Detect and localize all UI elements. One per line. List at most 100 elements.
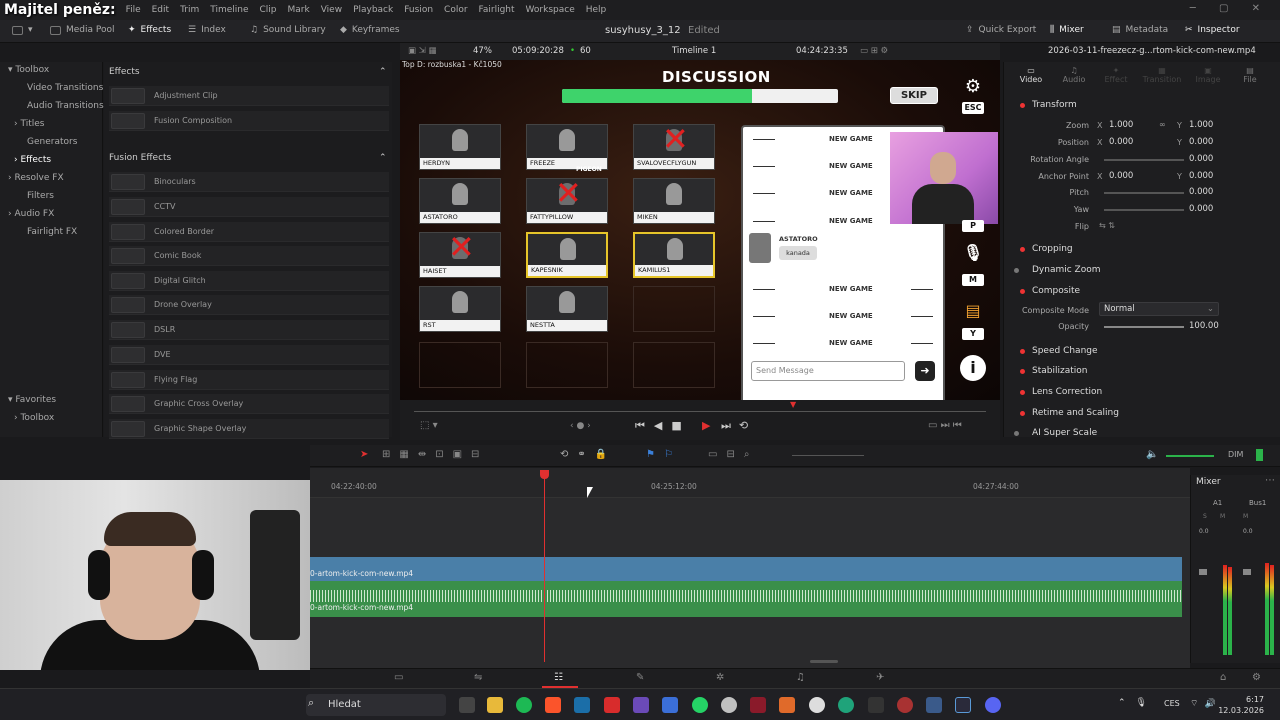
x-app-icon[interactable] <box>604 697 620 713</box>
toolbox-item-fairlight-fx[interactable]: Fairlight FX <box>27 227 77 237</box>
pitch-value[interactable]: 0.000 <box>1189 187 1213 197</box>
zoom-x-value[interactable]: 1.000 <box>1109 120 1133 130</box>
playback-buttons[interactable]: ⏮◀■ <box>635 419 691 433</box>
player-card[interactable]: FREEZE <box>526 124 608 170</box>
menu-workspace[interactable]: Workspace <box>526 5 575 15</box>
menu-color[interactable]: Color <box>444 5 468 15</box>
section-speed-change[interactable]: Speed Change <box>1032 346 1098 356</box>
effect-dve[interactable]: DVE <box>109 345 389 365</box>
favorites-header[interactable]: ▾ Favorites <box>8 395 56 405</box>
menu-file[interactable]: File <box>126 5 141 15</box>
settings-gear-icon[interactable]: ⚙ <box>960 74 986 100</box>
sound-library-button[interactable]: ♫ Sound Library <box>250 25 326 35</box>
player-card[interactable]: HERDYN <box>419 124 501 170</box>
tab-file[interactable]: ▤ File <box>1230 66 1270 84</box>
app-icon[interactable] <box>926 697 942 713</box>
zoom-slider[interactable] <box>792 455 864 456</box>
composite-mode-select[interactable]: Normal ⌄ <box>1099 302 1219 316</box>
cart-icon[interactable]: ▤ <box>960 298 986 324</box>
timeline-playhead[interactable] <box>544 474 545 662</box>
section-stabilization[interactable]: Stabilization <box>1032 366 1087 376</box>
anchor-x-value[interactable]: 0.000 <box>1109 171 1133 181</box>
timeline-ruler[interactable]: 04:22:40:00 04:25:12:00 04:27:44:00 <box>310 468 1190 498</box>
link-icon[interactable]: ∞ <box>1159 120 1166 129</box>
menu-clip[interactable]: Clip <box>260 5 277 15</box>
tab-transition[interactable]: ▦ Transition <box>1142 66 1182 84</box>
composite-enabled-dot[interactable] <box>1020 289 1025 294</box>
scrubber-track[interactable] <box>414 411 986 412</box>
jog-icon[interactable]: ‹ ● › <box>570 421 591 431</box>
toolbox-item-filters[interactable]: Filters <box>27 191 54 201</box>
inspector-button[interactable]: ✂ Inspector <box>1185 25 1240 35</box>
effect-digital-glitch[interactable]: Digital Glitch <box>109 271 389 291</box>
section-lens-correction[interactable]: Lens Correction <box>1032 387 1102 397</box>
lens-correction-dot[interactable] <box>1020 390 1025 395</box>
tray-icons[interactable]: ⌃🎙 <box>1118 698 1157 708</box>
flip-buttons-icon[interactable]: ⇆ ⇅ <box>1099 221 1115 230</box>
toolbox-item-video-transitions[interactable]: Video Transitions <box>27 83 103 93</box>
app-icon[interactable] <box>809 697 825 713</box>
steam-icon[interactable] <box>574 697 590 713</box>
toolbox-item-resolve-fx[interactable]: › Resolve FX <box>8 173 64 183</box>
mixer-button[interactable]: ⫼ Mixer <box>1050 25 1084 35</box>
menu-edit[interactable]: Edit <box>152 5 169 15</box>
app-icon[interactable] <box>897 697 913 713</box>
retime-dot[interactable] <box>1020 411 1025 416</box>
effect-flying-flag[interactable]: Flying Flag <box>109 370 389 390</box>
zoom-mode-icons[interactable]: ▭⊟⌕ <box>708 449 758 460</box>
collapse-icon[interactable]: ⌃ <box>379 67 387 77</box>
menu-trim[interactable]: Trim <box>180 5 199 15</box>
skip-button[interactable]: SKIP <box>890 87 938 104</box>
stabilization-dot[interactable] <box>1020 369 1025 374</box>
metadata-button[interactable]: ▤ Metadata <box>1112 25 1168 35</box>
tab-video[interactable]: ▭ Video <box>1011 66 1051 84</box>
volume-slider[interactable] <box>1166 455 1214 457</box>
taskbar-clock[interactable]: 6:17 12.03.2026 <box>1218 694 1264 716</box>
language-indicator[interactable]: CES <box>1164 699 1180 708</box>
zoom-level[interactable]: 47% <box>473 46 492 56</box>
app-icon[interactable] <box>662 697 678 713</box>
zoom-y-value[interactable]: 1.000 <box>1189 120 1213 130</box>
collapse-icon[interactable]: ⌃ <box>379 153 387 163</box>
opacity-slider[interactable] <box>1104 326 1184 328</box>
rotation-value[interactable]: 0.000 <box>1189 154 1213 164</box>
network-volume-icons[interactable]: ⌔🔊 <box>1190 698 1222 709</box>
yaw-slider[interactable] <box>1104 209 1184 211</box>
edit-tools-icons[interactable]: ⊞▦⇹⊡▣⊟ <box>382 449 488 460</box>
player-card[interactable]: ✕ HAISET <box>419 231 501 278</box>
effect-colored-border[interactable]: Colored Border <box>109 222 389 242</box>
app-icon[interactable] <box>633 697 649 713</box>
effect-comic-book[interactable]: Comic Book <box>109 246 389 266</box>
brave-icon[interactable] <box>545 697 561 713</box>
app-icon[interactable] <box>838 697 854 713</box>
section-retime-scaling[interactable]: Retime and Scaling <box>1032 408 1119 418</box>
tab-effect[interactable]: ✦ Effect <box>1096 66 1136 84</box>
snap-link-icons[interactable]: ⟲⚭🔒 <box>560 449 616 460</box>
color-page-icon[interactable]: ✲ <box>716 672 724 683</box>
effect-adjustment-clip[interactable]: Adjustment Clip <box>109 86 389 106</box>
timeline-name[interactable]: Timeline 1 <box>672 46 716 56</box>
window-controls[interactable]: ─ ▢ ✕ <box>1190 3 1270 14</box>
index-button[interactable]: ☰ Index <box>188 25 226 35</box>
cropping-enabled-dot[interactable] <box>1020 247 1025 252</box>
player-card[interactable]: MIKEN <box>633 178 715 224</box>
edit-page-icon[interactable]: ☷ <box>554 672 563 683</box>
opacity-value[interactable]: 100.00 <box>1189 321 1219 331</box>
media-page-icon[interactable]: ▭ <box>394 672 403 683</box>
effect-graphic-cross-overlay[interactable]: Graphic Cross Overlay <box>109 394 389 414</box>
bus-fader[interactable] <box>1243 569 1251 575</box>
effect-drone-overlay[interactable]: Drone Overlay <box>109 295 389 315</box>
toolbox-item-generators[interactable]: Generators <box>27 137 77 147</box>
media-pool-button[interactable]: Media Pool <box>50 25 115 35</box>
explorer-icon[interactable] <box>487 697 503 713</box>
tab-image[interactable]: ▣ Image <box>1188 66 1228 84</box>
speed-change-dot[interactable] <box>1020 349 1025 354</box>
player-card[interactable]: NESTTA <box>526 286 608 332</box>
section-ai-super-scale[interactable]: AI Super Scale <box>1032 428 1097 438</box>
app-icon[interactable] <box>779 697 795 713</box>
rotation-slider[interactable] <box>1104 159 1184 161</box>
davinci-resolve-icon[interactable] <box>955 697 971 713</box>
toolbox-header[interactable]: ▾ Toolbox <box>8 65 49 75</box>
section-transform[interactable]: Transform <box>1032 100 1077 110</box>
volume-icon[interactable]: 🔈 <box>1146 449 1158 460</box>
